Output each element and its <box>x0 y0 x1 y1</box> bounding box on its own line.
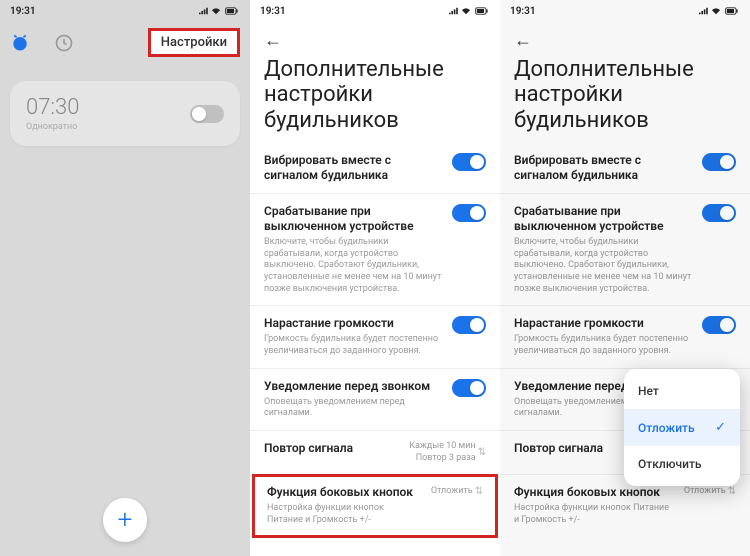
toggle-vibrate[interactable] <box>452 153 486 171</box>
row-title: Вибрировать вместе с сигналом будильника <box>514 153 692 183</box>
wifi-icon <box>461 7 471 15</box>
settings-list: Вибрировать вместе с сигналом будильника… <box>250 143 500 546</box>
alarm-toggle[interactable] <box>190 105 224 123</box>
row-repeat[interactable]: Повтор сигнала Каждые 10 мин Повтор 3 ра… <box>250 430 500 474</box>
battery-icon <box>724 7 740 15</box>
row-title: Срабатывание при выключенном устройстве <box>264 204 442 234</box>
toggle-poweroff[interactable] <box>702 204 736 222</box>
row-poweroff[interactable]: Срабатывание при выключенном устройстве … <box>500 193 750 305</box>
row-title: Срабатывание при выключенном устройстве <box>514 204 692 234</box>
toggle-vibrate[interactable] <box>702 153 736 171</box>
toggle-ascending[interactable] <box>702 316 736 334</box>
row-desc: Включите, чтобы будильники срабатывали, … <box>514 237 692 295</box>
row-desc: Настройка функции кнопок Питание и Громк… <box>514 503 674 526</box>
toggle-notify[interactable] <box>452 379 486 397</box>
alarm-tab-icon[interactable] <box>10 33 30 53</box>
row-ascending[interactable]: Нарастание громкости Громкость будильник… <box>250 305 500 367</box>
screen-alarm-settings: 19:31 ← Дополнительные настройки будильн… <box>250 0 500 556</box>
row-title: Повтор сигнала <box>264 441 399 456</box>
page-title: Дополнительные настройки будильников <box>250 55 500 143</box>
row-title: Вибрировать вместе с сигналом будильника <box>264 153 442 183</box>
status-right <box>698 7 740 15</box>
alarm-card-text: 07:30 Однократно <box>26 95 79 132</box>
topbar: Настройки <box>0 22 250 67</box>
row-ascending[interactable]: Нарастание громкости Громкость будильник… <box>500 305 750 367</box>
row-desc: Оповещать уведомлением перед сигналами. <box>264 397 442 420</box>
row-desc: Громкость будильника будет постепенно ув… <box>514 334 692 357</box>
back-row: ← <box>500 22 750 55</box>
signal-icon <box>198 7 208 15</box>
wifi-icon <box>211 7 221 15</box>
screen-alarm-settings-popup: 19:31 ← Дополнительные настройки будильн… <box>500 0 750 556</box>
row-value: Отложить ⇅ <box>684 485 736 498</box>
row-side-buttons[interactable]: Функция боковых кнопок Настройка функции… <box>252 474 498 537</box>
alarm-time: 07:30 <box>26 95 79 120</box>
battery-icon <box>474 7 490 15</box>
row-title: Уведомление перед звонком <box>264 379 442 394</box>
row-desc: Включите, чтобы будильники срабатывали, … <box>264 237 442 295</box>
settings-button-label: Настройки <box>161 35 227 50</box>
popup-option-snooze[interactable]: Отложить ✓ <box>624 409 740 446</box>
toggle-ascending[interactable] <box>452 316 486 334</box>
status-right <box>448 7 490 15</box>
updown-icon: ⇅ <box>478 446 486 459</box>
screen-alarm-list: 19:31 Настройки 07:30 Однократно + <box>0 0 250 556</box>
row-title: Функция боковых кнопок <box>514 485 674 500</box>
popup-option-off[interactable]: Отключить <box>624 446 740 482</box>
row-title: Нарастание громкости <box>264 316 442 331</box>
statusbar: 19:31 <box>0 0 250 22</box>
row-desc: Настройка функции кнопок Питание и Громк… <box>267 503 421 526</box>
row-poweroff[interactable]: Срабатывание при выключенном устройстве … <box>250 193 500 305</box>
popup-option-label: Отключить <box>638 457 702 471</box>
signal-icon <box>448 7 458 15</box>
page-title: Дополнительные настройки будильников <box>500 55 750 143</box>
row-vibrate[interactable]: Вибрировать вместе с сигналом будильника <box>500 143 750 193</box>
row-desc: Громкость будильника будет постепенно ув… <box>264 334 442 357</box>
plus-icon: + <box>118 505 133 535</box>
side-button-popup: Нет Отложить ✓ Отключить <box>624 369 740 486</box>
row-value: Каждые 10 мин Повтор 3 раза ⇅ <box>409 441 486 464</box>
clock-tab-icon[interactable] <box>54 33 74 53</box>
signal-icon <box>698 7 708 15</box>
updown-icon: ⇅ <box>475 485 483 498</box>
popup-option-label: Отложить <box>638 421 695 435</box>
updown-icon: ⇅ <box>728 485 736 498</box>
settings-button[interactable]: Настройки <box>148 28 240 57</box>
back-row: ← <box>250 22 500 55</box>
wifi-icon <box>711 7 721 15</box>
status-time: 19:31 <box>10 6 36 17</box>
back-icon[interactable]: ← <box>514 30 532 51</box>
alarm-repeat: Однократно <box>26 122 79 132</box>
row-vibrate[interactable]: Вибрировать вместе с сигналом будильника <box>250 143 500 193</box>
popup-option-none[interactable]: Нет <box>624 373 740 409</box>
statusbar: 19:31 <box>500 0 750 22</box>
battery-icon <box>224 7 240 15</box>
row-title: Функция боковых кнопок <box>267 485 421 500</box>
toggle-poweroff[interactable] <box>452 204 486 222</box>
status-right <box>198 7 240 15</box>
popup-option-label: Нет <box>638 384 659 398</box>
row-title: Нарастание громкости <box>514 316 692 331</box>
check-icon: ✓ <box>715 420 726 435</box>
add-alarm-button[interactable]: + <box>103 498 147 542</box>
row-notify[interactable]: Уведомление перед звонком Оповещать увед… <box>250 368 500 430</box>
status-time: 19:31 <box>260 6 286 17</box>
back-icon[interactable]: ← <box>264 30 282 51</box>
status-time: 19:31 <box>510 6 536 17</box>
row-value: Отложить ⇅ <box>431 485 483 498</box>
alarm-card[interactable]: 07:30 Однократно <box>10 81 240 146</box>
statusbar: 19:31 <box>250 0 500 22</box>
